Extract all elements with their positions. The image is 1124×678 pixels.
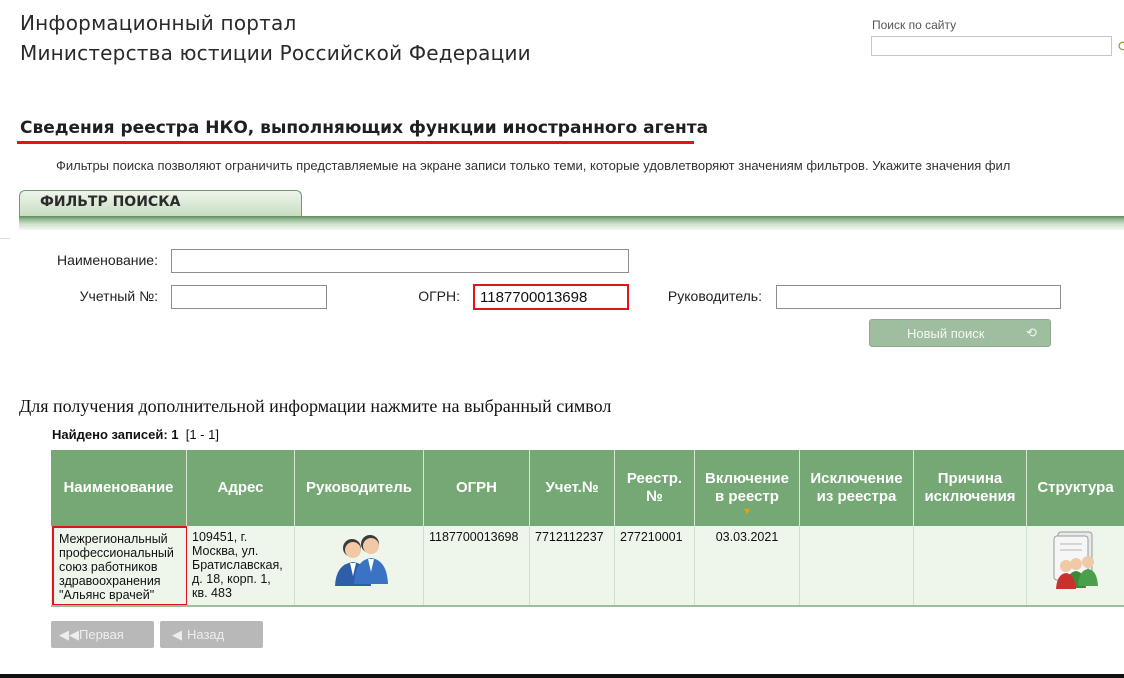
row-excluded [800,526,914,606]
column-header-ogrn[interactable]: ОГРН [424,450,530,526]
row-ogrn: 1187700013698 [424,526,530,606]
column-header-address[interactable]: Адрес [187,450,295,526]
portal-title: Информационный портал Министерства юстиц… [20,8,531,68]
column-header-account[interactable]: Учет.№ [530,450,615,526]
row-included: 03.03.2021 [695,526,800,606]
column-header-structure[interactable]: Структура [1027,450,1124,526]
new-search-label: Новый поиск [907,326,985,341]
new-search-button[interactable]: Новый поиск ⟲ [869,319,1051,347]
bottom-border [0,674,1124,678]
column-header-included[interactable]: Включение в реестр ▼ [695,450,800,526]
results-info-text: Для получения дополнительной информации … [19,396,612,416]
column-header-reason[interactable]: Причина исключения [914,450,1027,526]
refresh-icon: ⟲ [1026,325,1037,340]
portal-title-line1: Информационный портал [20,11,297,35]
portal-title-line2: Министерства юстиции Российской Федераци… [20,41,531,65]
account-label: Учетный №: [79,288,158,304]
found-range: [1 - 1] [185,427,219,442]
filter-tab-label: ФИЛЬТР ПОИСКА [40,194,181,210]
first-page-button[interactable]: ◀◀ Первая [51,621,154,648]
row-head-cell [295,526,424,606]
name-field[interactable] [171,249,629,273]
ogrn-field[interactable] [473,284,629,310]
table-row-name-cell: Межрегиональный профессиональный союз ра… [51,526,188,606]
found-label: Найдено записей: 1 [52,427,179,442]
head-field[interactable] [776,285,1061,309]
account-number-field[interactable] [171,285,327,309]
filter-note: Фильтры поиска позволяют ограничить пред… [56,158,1011,173]
row-name: Межрегиональный профессиональный союз ра… [59,532,174,602]
ogrn-label: ОГРН: [418,288,460,304]
row-registry-no: 277210001 [615,526,695,606]
divider [0,238,10,239]
filter-bar [19,216,1124,230]
back-button[interactable]: ◀ Назад [160,621,263,648]
name-cell-highlight: Межрегиональный профессиональный союз ра… [52,526,188,606]
site-search-label: Поиск по сайту [872,18,957,32]
row-structure-cell [1027,526,1124,606]
results-table: Наименование Адрес Руководитель ОГРН Уче… [51,450,1124,607]
column-header-head[interactable]: Руководитель [295,450,424,526]
column-header-registry[interactable]: Реестр. № [615,450,695,526]
found-count: Найдено записей: 1 [1 - 1] [52,427,219,442]
row-account: 7712112237 [530,526,615,606]
row-address: 109451, г. Москва, ул. Братиславская, д.… [187,526,295,606]
row-reason [914,526,1027,606]
column-header-excluded[interactable]: Исключение из реестра [800,450,914,526]
name-label: Наименование: [57,252,158,268]
first-page-label: Первая [79,627,124,642]
head-label: Руководитель: [667,288,762,304]
back-label: Назад [187,627,225,642]
column-header-name[interactable]: Наименование [51,450,187,526]
double-left-icon: ◀◀ [59,627,79,642]
search-go-icon[interactable]: ⟳ [1118,38,1124,55]
left-icon: ◀ [172,627,182,642]
structure-icon[interactable] [1050,530,1106,590]
page-title: Сведения реестра НКО, выполняющих функци… [20,118,709,138]
people-icon[interactable] [332,532,390,588]
site-search-input[interactable] [871,36,1112,56]
sort-arrow-icon: ▼ [742,506,752,516]
heading-highlight-underline [17,141,694,144]
table-bottom-border [51,605,1124,607]
